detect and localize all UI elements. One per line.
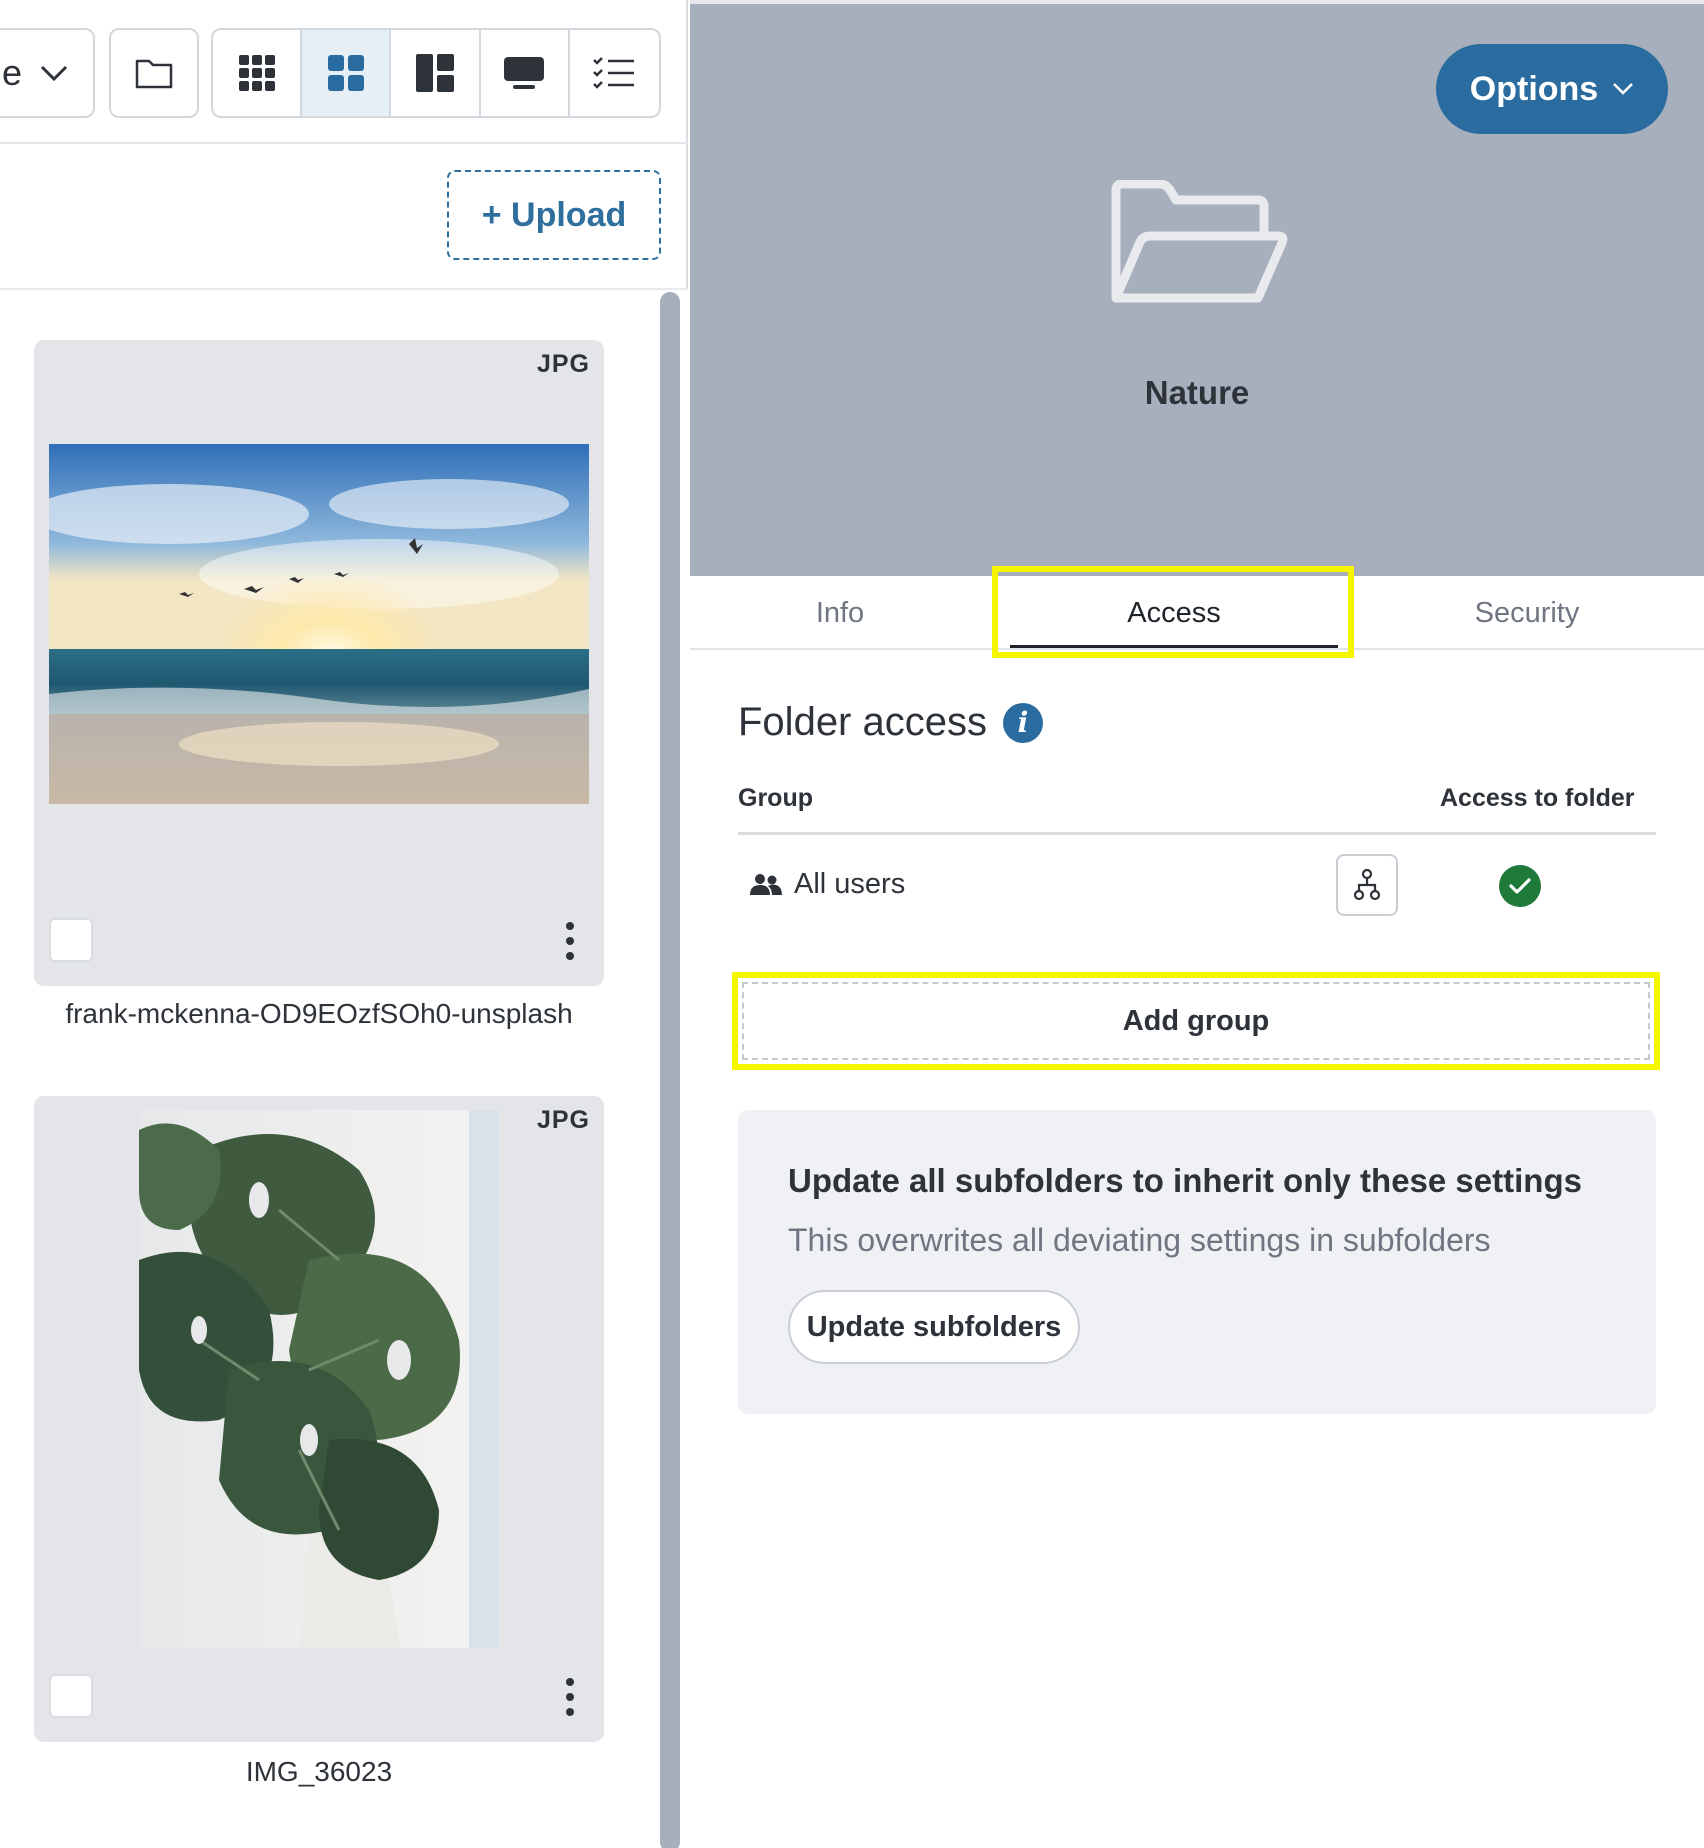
folder-name: Nature bbox=[1144, 374, 1250, 411]
file-name: IMG_36023 bbox=[245, 1756, 393, 1787]
options-button[interactable]: Options bbox=[1436, 44, 1668, 134]
tab-access[interactable]: Access bbox=[998, 576, 1350, 650]
update-subfolders-button[interactable]: Update subfolders bbox=[788, 1290, 1080, 1364]
folder-icon bbox=[135, 59, 173, 89]
file-card[interactable]: JPG bbox=[34, 340, 604, 986]
beach-sunset-image bbox=[49, 444, 589, 804]
tab-access-label: Access bbox=[1127, 596, 1221, 629]
group-name-cell: All users bbox=[750, 868, 905, 901]
table-header-divider bbox=[738, 832, 1656, 835]
select-checkbox[interactable] bbox=[49, 1674, 93, 1718]
chevron-down-icon bbox=[40, 65, 68, 82]
tab-info[interactable]: Info bbox=[690, 576, 990, 650]
access-granted-check-icon bbox=[1499, 865, 1541, 907]
folder-access-title: Folder access bbox=[738, 700, 987, 744]
presentation-icon bbox=[504, 57, 545, 89]
column-header-group: Group bbox=[738, 784, 813, 812]
file-thumbnail-beach bbox=[49, 444, 589, 804]
checkmark-icon bbox=[1509, 878, 1531, 894]
table-row: All users bbox=[738, 846, 1656, 926]
sort-dropdown[interactable]: e bbox=[0, 28, 95, 118]
chevron-down-icon bbox=[1613, 83, 1634, 95]
column-header-access: Access to folder bbox=[1440, 784, 1635, 812]
file-name: frank-mckenna-OD9EOzfSOh0-unsplash bbox=[65, 998, 573, 1029]
update-subfolders-description: This overwrites all deviating settings i… bbox=[788, 1222, 1491, 1258]
view-masonry-button[interactable] bbox=[391, 30, 481, 116]
file-type-badge: JPG bbox=[536, 1106, 590, 1134]
upload-button[interactable]: + Upload bbox=[447, 170, 661, 260]
file-thumbnail-plant bbox=[139, 1110, 499, 1648]
view-presentation-button[interactable] bbox=[481, 30, 570, 116]
view-list-button[interactable] bbox=[570, 30, 659, 116]
checklist-icon bbox=[593, 57, 635, 89]
view-grid-medium-button[interactable] bbox=[302, 30, 392, 116]
inheritance-button[interactable] bbox=[1336, 854, 1398, 916]
file-browser-pane: e + Upload JPG frank-mckenna-OD9EOzfSOh0… bbox=[0, 0, 688, 1848]
folder-header: Options Nature bbox=[690, 0, 1704, 576]
file-type-badge: JPG bbox=[536, 350, 590, 378]
folder-access-heading: Folder access i bbox=[738, 700, 1043, 745]
options-label: Options bbox=[1469, 69, 1599, 108]
select-checkbox[interactable] bbox=[49, 918, 93, 962]
monstera-plant-image bbox=[139, 1110, 499, 1648]
folder-open-icon bbox=[1111, 180, 1288, 303]
group-name: All users bbox=[794, 868, 906, 900]
view-mode-switcher bbox=[211, 28, 661, 118]
toolbar: e bbox=[0, 0, 688, 144]
view-grid-small-button[interactable] bbox=[213, 30, 303, 116]
folder-details-panel: Options Nature Info Access Security Fold… bbox=[690, 0, 1704, 1848]
users-icon bbox=[750, 873, 782, 895]
sort-dropdown-label: e bbox=[2, 52, 23, 93]
new-folder-button[interactable] bbox=[109, 28, 199, 118]
tab-security[interactable]: Security bbox=[1350, 576, 1704, 650]
more-options-icon[interactable] bbox=[564, 922, 576, 960]
more-options-icon[interactable] bbox=[564, 1678, 576, 1716]
add-group-button[interactable]: Add group bbox=[742, 982, 1650, 1060]
grid-medium-icon bbox=[327, 55, 364, 91]
update-subfolders-panel: Update all subfolders to inherit only th… bbox=[738, 1110, 1656, 1414]
masonry-icon bbox=[416, 54, 454, 92]
active-tab-underline bbox=[1010, 645, 1338, 648]
grid-small-icon bbox=[238, 55, 275, 91]
info-icon[interactable]: i bbox=[1002, 702, 1043, 743]
hierarchy-icon bbox=[1353, 869, 1381, 901]
update-subfolders-title: Update all subfolders to inherit only th… bbox=[788, 1162, 1582, 1199]
details-tabs: Info Access Security bbox=[690, 576, 1704, 650]
file-card[interactable]: JPG bbox=[34, 1096, 604, 1742]
file-grid-scrollbar[interactable] bbox=[660, 292, 680, 1848]
